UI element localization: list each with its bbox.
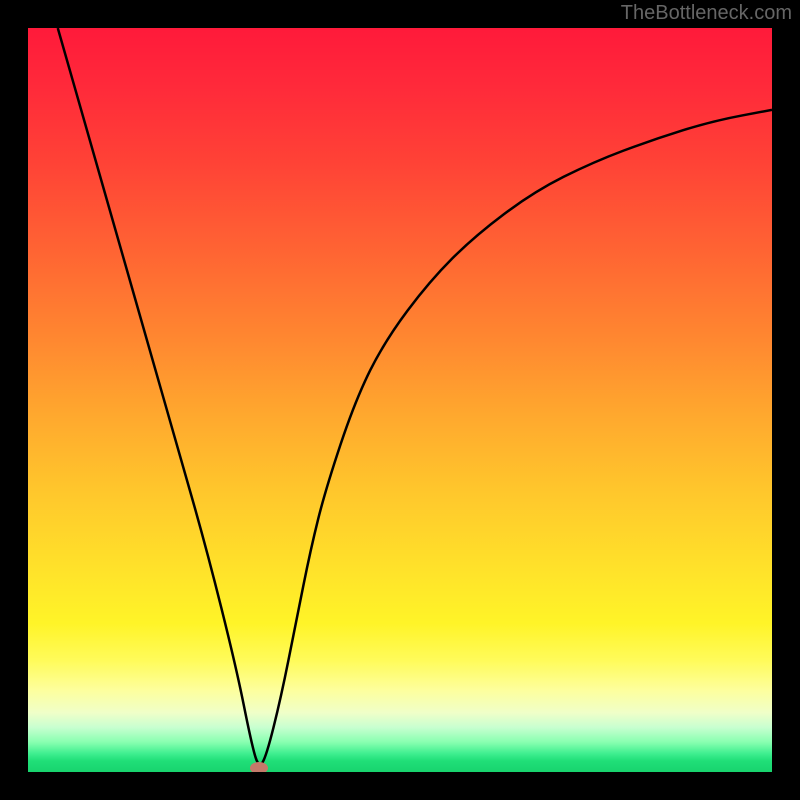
plot-area xyxy=(28,28,772,772)
curve-svg xyxy=(28,28,772,772)
minimum-marker xyxy=(250,762,268,772)
bottleneck-curve xyxy=(58,28,772,764)
attribution-label: TheBottleneck.com xyxy=(621,2,792,25)
chart-frame: TheBottleneck.com xyxy=(0,0,800,800)
